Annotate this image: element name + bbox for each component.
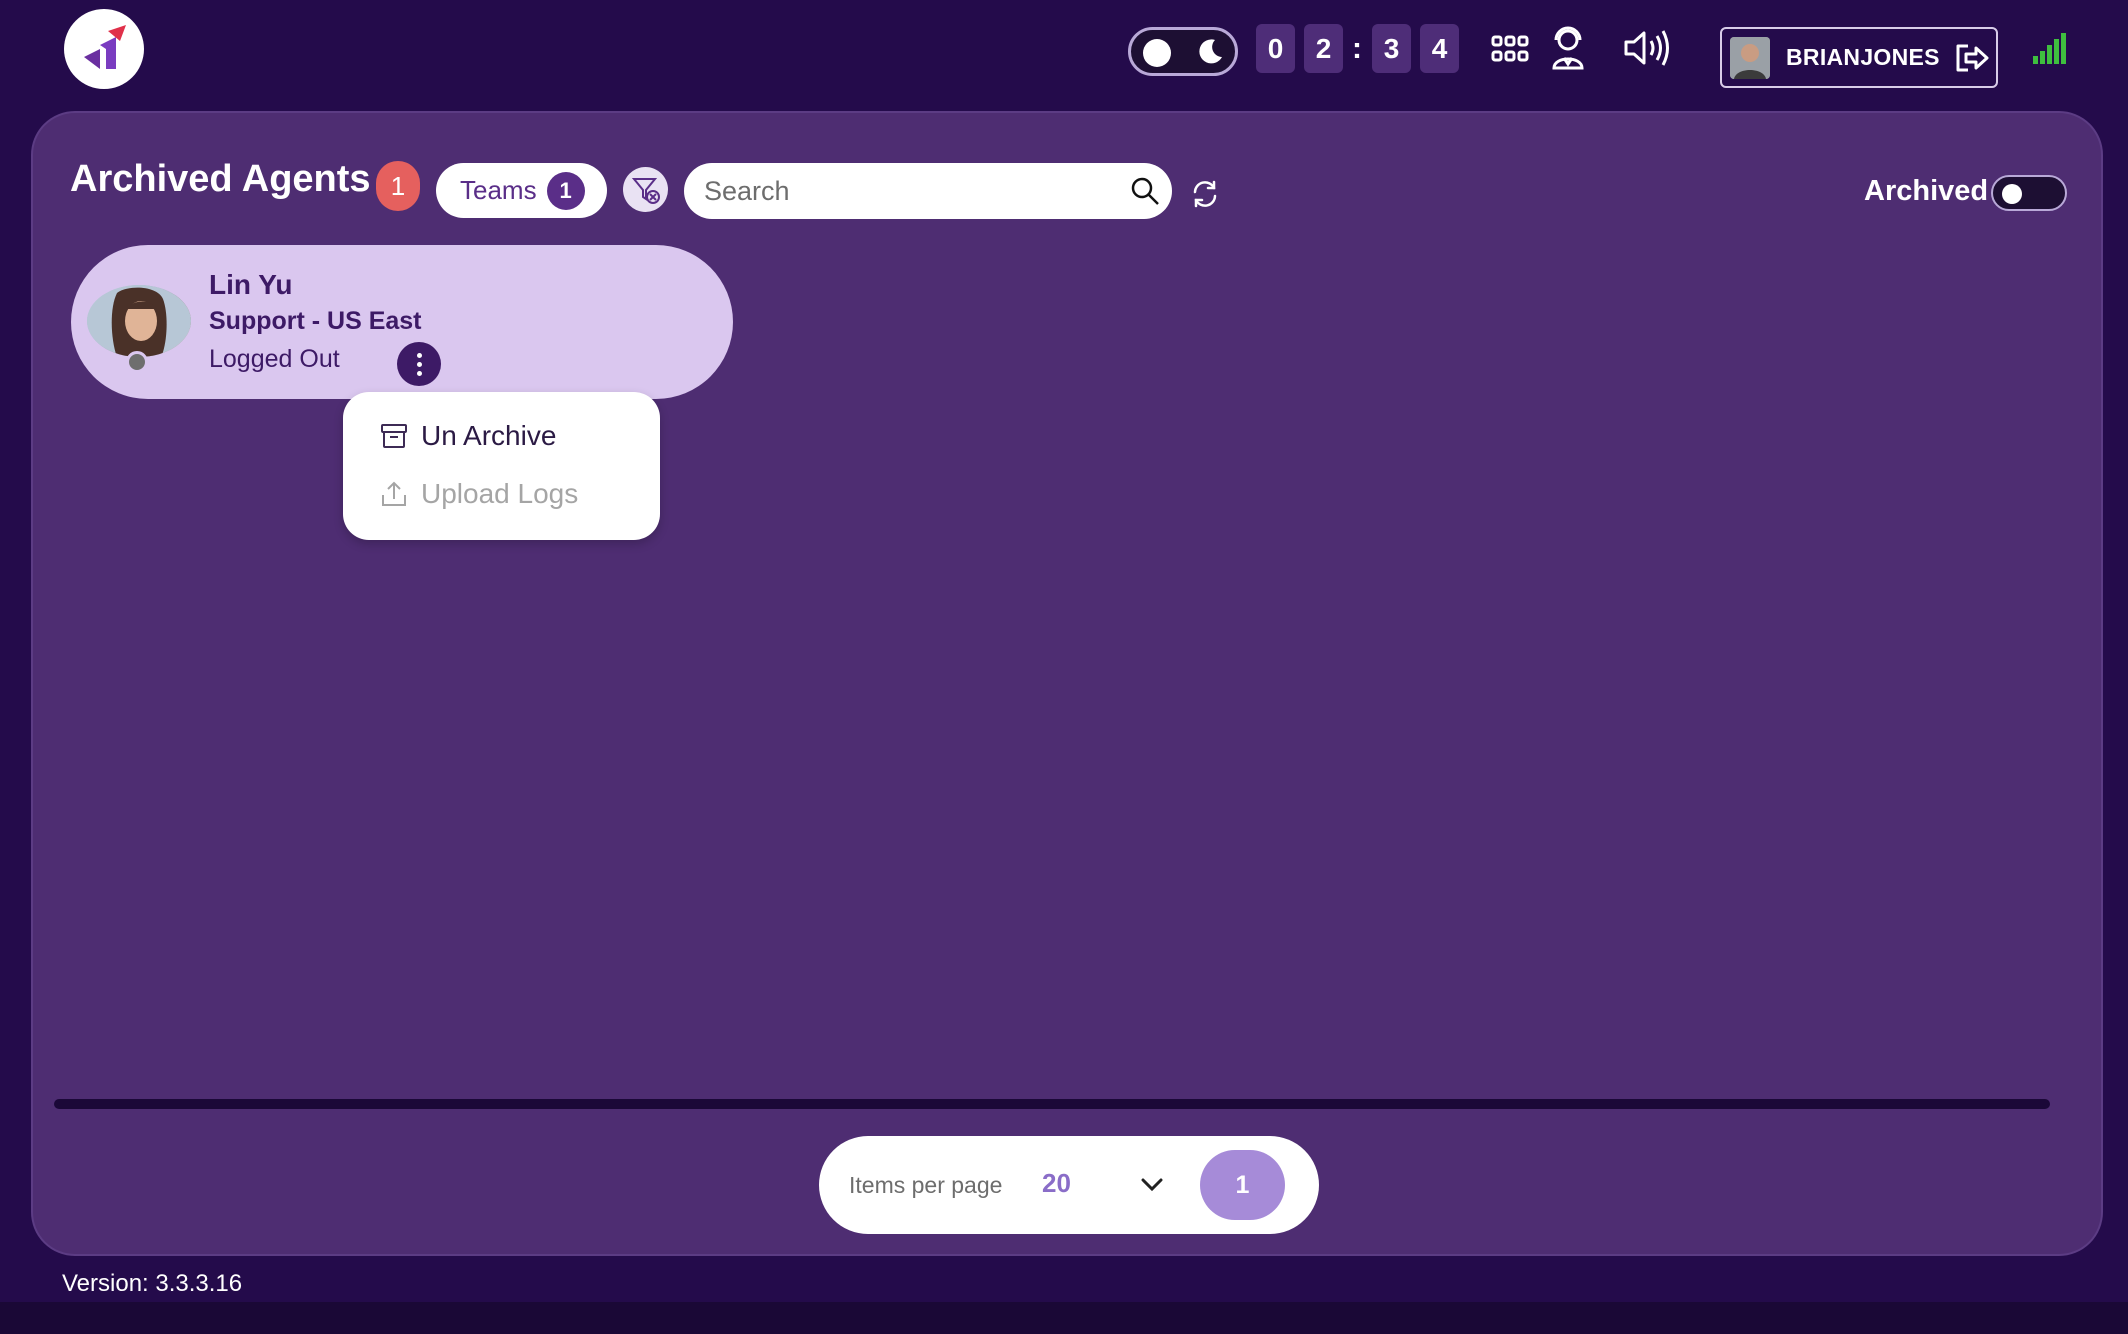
agent-card[interactable]: Lin Yu Support - US East Logged Out [71, 245, 733, 399]
search-input[interactable] [704, 163, 1124, 219]
status-indicator [126, 351, 148, 373]
archive-box-icon [381, 424, 407, 448]
agent-context-menu: Un Archive Upload Logs [343, 392, 660, 540]
toggle-knob [2002, 184, 2022, 204]
clear-filter-button[interactable] [623, 167, 668, 212]
archived-toggle-label: Archived [1864, 175, 1989, 207]
pagination-bar: Items per page 20 1 [819, 1136, 1319, 1234]
teams-filter-button[interactable]: Teams 1 [436, 163, 607, 218]
search-icon[interactable] [1130, 176, 1160, 206]
version-label: Version: 3.3.3.16 [62, 1270, 243, 1297]
signal-bars-icon [2033, 33, 2066, 64]
chevron-down-icon[interactable] [1139, 1172, 1165, 1198]
menu-item-label: Upload Logs [421, 478, 579, 509]
page-button-current[interactable]: 1 [1200, 1150, 1285, 1220]
timer-digit: 0 [1256, 24, 1295, 73]
timer-separator: : [1352, 31, 1362, 65]
user-avatar [1730, 36, 1770, 79]
speaker-icon[interactable] [1622, 28, 1672, 68]
timer-digit: 3 [1372, 24, 1411, 73]
moon-icon [1199, 39, 1222, 64]
top-bar: 0 2 : 3 4 BRIANJONES [0, 0, 2128, 110]
main-panel: Archived Agents 1 Teams 1 Search Archive… [31, 111, 2103, 1256]
app-logo[interactable] [64, 9, 144, 89]
timer-digit: 4 [1420, 24, 1459, 73]
user-name: BRIANJONES [1786, 44, 1940, 70]
search-box [684, 163, 1172, 219]
app-logo-icon [84, 25, 126, 69]
agent-name: Lin Yu [209, 269, 293, 300]
logout-icon[interactable] [1954, 42, 1990, 74]
user-account-box[interactable]: BRIANJONES [1720, 27, 1998, 88]
menu-item-upload-logs[interactable]: Upload Logs [379, 478, 578, 510]
agent-avatar [87, 285, 191, 357]
more-options-button[interactable] [397, 342, 441, 386]
theme-toggle[interactable] [1128, 27, 1238, 76]
session-timer: 0 2 : 3 4 [1256, 24, 1468, 73]
apps-grid-icon[interactable] [1490, 33, 1530, 65]
teams-filter-label: Teams [460, 175, 537, 205]
items-per-page-label: Items per page [849, 1172, 1003, 1198]
sun-icon [1143, 39, 1171, 67]
archived-toggle[interactable] [1991, 175, 2067, 211]
filter-clear-icon [631, 177, 660, 204]
items-per-page-select[interactable]: 20 [1042, 1168, 1071, 1199]
refresh-icon[interactable] [1190, 179, 1220, 209]
agent-status: Logged Out [209, 345, 340, 373]
timer-digit: 2 [1304, 24, 1343, 73]
agent-team: Support - US East [209, 307, 422, 335]
archived-count-badge: 1 [376, 161, 420, 211]
menu-item-label: Un Archive [421, 420, 557, 451]
horizontal-scrollbar[interactable] [54, 1099, 2050, 1109]
menu-item-unarchive[interactable]: Un Archive [379, 420, 556, 452]
upload-icon [382, 481, 406, 506]
kebab-dot [416, 352, 422, 358]
footer-strip [0, 1302, 2128, 1334]
kebab-dot [416, 361, 422, 367]
kebab-dot [416, 370, 422, 376]
page-title: Archived Agents [70, 158, 371, 200]
teams-count-badge: 1 [546, 171, 585, 210]
agent-headset-icon[interactable] [1548, 26, 1588, 70]
